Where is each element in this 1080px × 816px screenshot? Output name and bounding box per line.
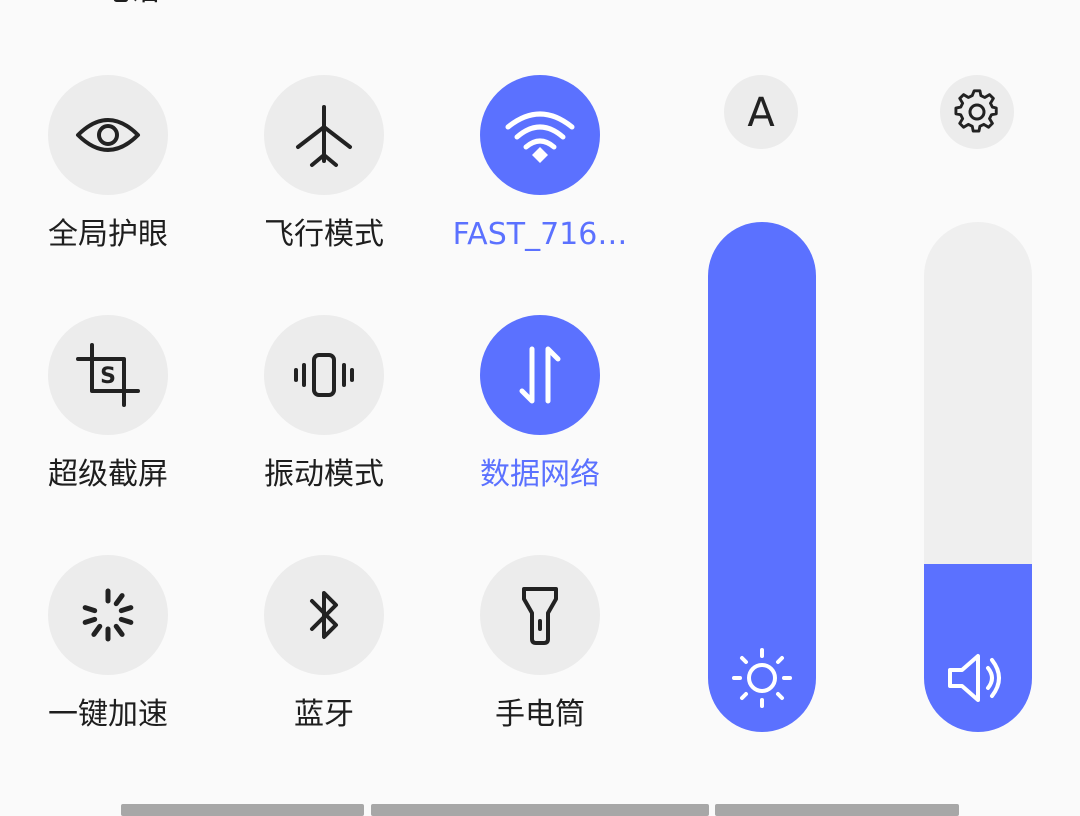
screenshot-icon: S bbox=[76, 343, 140, 407]
vibrate-mode-button[interactable] bbox=[264, 315, 384, 435]
speaker-icon bbox=[948, 654, 1001, 702]
tile-super-screenshot[interactable]: S 超级截屏 bbox=[8, 315, 208, 515]
svg-text:S: S bbox=[100, 364, 116, 389]
airplane-mode-button[interactable] bbox=[264, 75, 384, 195]
tile-eye-comfort[interactable]: 全局护眼 bbox=[8, 75, 208, 275]
tile-label: 数据网络 bbox=[480, 457, 600, 492]
volume-slider[interactable] bbox=[924, 222, 1032, 732]
sun-icon bbox=[732, 648, 792, 708]
boost-spinner-icon bbox=[82, 588, 134, 642]
tile-label: 手电筒 bbox=[495, 697, 585, 732]
bluetooth-icon bbox=[310, 591, 338, 639]
tile-wifi[interactable]: FAST_716… bbox=[440, 75, 640, 275]
data-arrows-icon bbox=[519, 346, 561, 404]
tile-label: 一键加速 bbox=[48, 697, 168, 732]
auto-brightness-icon: A bbox=[747, 90, 775, 136]
brightness-slider[interactable] bbox=[708, 222, 816, 732]
one-key-boost-button[interactable] bbox=[48, 555, 168, 675]
eye-comfort-button[interactable] bbox=[48, 75, 168, 195]
flashlight-icon bbox=[522, 587, 558, 645]
tile-label: 蓝牙 bbox=[294, 697, 354, 732]
bluetooth-button[interactable] bbox=[264, 555, 384, 675]
tile-label: FAST_716… bbox=[452, 217, 628, 252]
flashlight-button[interactable] bbox=[480, 555, 600, 675]
clipped-top-text: 电话 bbox=[100, 0, 180, 6]
tile-label: 超级截屏 bbox=[48, 457, 168, 492]
gear-icon bbox=[954, 89, 998, 133]
mobile-data-button[interactable] bbox=[480, 315, 600, 435]
tile-one-key-boost[interactable]: 一键加速 bbox=[8, 555, 208, 755]
bottom-bar-segment bbox=[715, 804, 959, 816]
airplane-icon bbox=[296, 105, 352, 167]
vibrate-icon bbox=[294, 353, 354, 397]
tile-bluetooth[interactable]: 蓝牙 bbox=[224, 555, 424, 755]
tile-label: 振动模式 bbox=[264, 457, 384, 492]
wifi-icon bbox=[505, 111, 575, 163]
wifi-button[interactable] bbox=[480, 75, 600, 195]
auto-brightness-letter: A bbox=[747, 90, 775, 136]
tile-vibrate-mode[interactable]: 振动模式 bbox=[224, 315, 424, 515]
tile-label: 全局护眼 bbox=[48, 217, 168, 252]
bottom-bar-segment bbox=[371, 804, 709, 816]
eye-icon bbox=[76, 118, 140, 152]
settings-button[interactable] bbox=[940, 75, 1014, 149]
tile-airplane-mode[interactable]: 飞行模式 bbox=[224, 75, 424, 275]
tile-flashlight[interactable]: 手电筒 bbox=[440, 555, 640, 755]
super-screenshot-button[interactable]: S bbox=[48, 315, 168, 435]
auto-brightness-button[interactable]: A bbox=[724, 75, 798, 149]
tile-mobile-data[interactable]: 数据网络 bbox=[440, 315, 640, 515]
tile-label: 飞行模式 bbox=[264, 217, 384, 252]
bottom-bar-segment bbox=[121, 804, 364, 816]
